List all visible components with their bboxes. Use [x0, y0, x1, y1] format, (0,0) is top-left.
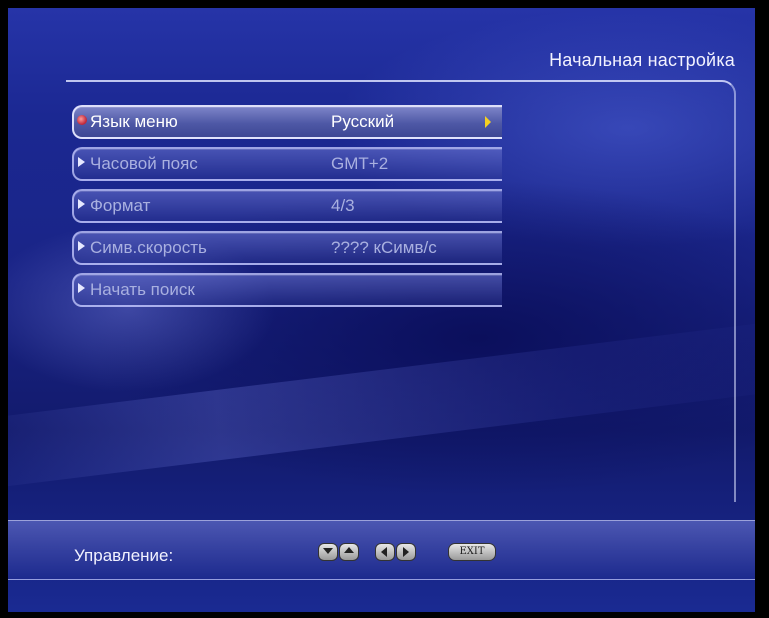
bullet-arrow-icon	[78, 157, 85, 167]
menu-item-label: Язык меню	[90, 112, 178, 131]
bullet-arrow-icon	[78, 199, 85, 209]
menu-item-value: GMT+2	[331, 154, 389, 173]
menu-item-label: Формат	[90, 196, 151, 215]
bullet-arrow-icon	[78, 283, 85, 293]
up-arrow-icon	[339, 543, 359, 561]
menu-item-format[interactable]: Формат 4/3	[72, 189, 502, 223]
menu-item-label: Симв.скорость	[90, 238, 207, 257]
tv-menu-screen: Начальная настройка Язык меню Русский Ча…	[8, 8, 755, 612]
menu-item-value: ???? кСимв/с	[331, 238, 437, 257]
down-arrow-icon	[318, 543, 338, 561]
menu-item-label: Начать поиск	[90, 280, 195, 299]
menu-item-value: Русский	[331, 112, 395, 131]
selected-indicator-icon	[77, 115, 87, 125]
menu-item-time-zone[interactable]: Часовой пояс GMT+2	[72, 147, 502, 181]
settings-menu: Язык меню Русский Часовой пояс GMT+2 Фор…	[72, 105, 502, 315]
value-right-arrow-icon	[485, 116, 491, 128]
control-label: Управление:	[74, 546, 174, 565]
right-arrow-icon	[396, 543, 416, 561]
exit-button-icon: EXIT	[448, 543, 496, 561]
menu-item-value: 4/3	[331, 196, 355, 215]
menu-item-symbol-rate[interactable]: Симв.скорость ???? кСимв/с	[72, 231, 502, 265]
menu-item-start-search[interactable]: Начать поиск	[72, 273, 502, 307]
menu-item-menu-language[interactable]: Язык меню Русский	[72, 105, 502, 139]
page-title: Начальная настройка	[549, 50, 735, 70]
control-bar: Управление: EXIT	[8, 520, 755, 580]
left-arrow-icon	[375, 543, 395, 561]
menu-item-label: Часовой пояс	[90, 154, 198, 173]
bullet-arrow-icon	[78, 241, 85, 251]
